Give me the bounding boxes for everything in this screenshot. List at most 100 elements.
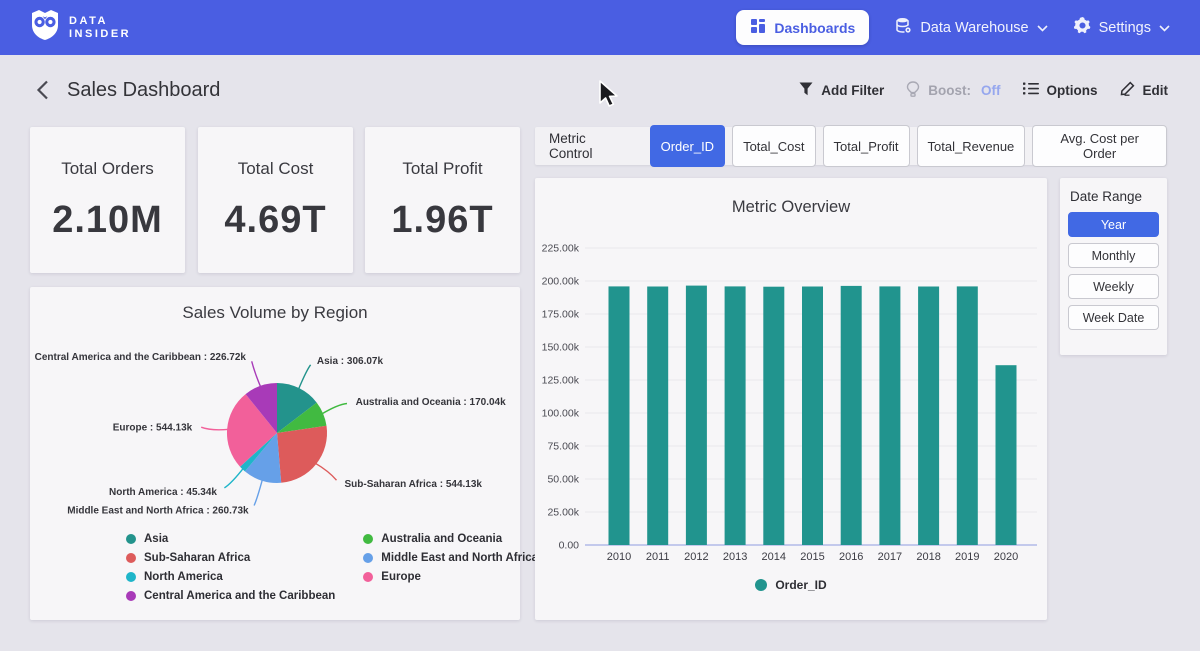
x-tick-label-2010: 2010 — [607, 551, 631, 563]
pie-slice-label-australia-and-oceania: Australia and Oceania : 170.04k — [356, 397, 507, 408]
pie-slice-label-asia: Asia : 306.07k — [317, 356, 384, 367]
edit-button[interactable]: Edit — [1120, 81, 1169, 99]
pie-slice-label-sub-saharan-africa: Sub-Saharan Africa : 544.13k — [345, 479, 483, 490]
bar-2018[interactable] — [918, 287, 939, 546]
x-tick-label-2013: 2013 — [723, 551, 747, 563]
brand-line2: INSIDER — [69, 28, 131, 41]
top-nav-bar: DATA INSIDER Dashboards — [0, 0, 1200, 55]
dashboard-toolbar: Sales Dashboard Add Filter Boost: Off — [0, 55, 1200, 125]
legend-item-north-america[interactable]: North America — [126, 571, 335, 583]
pencil-icon — [1120, 81, 1135, 99]
kpi-value: 1.96T — [391, 199, 493, 242]
pie-slice-label-middle-east-and-north-africa: Middle East and North Africa : 260.73k — [67, 506, 249, 517]
pie-chart-legend: Asia Sub-Saharan Africa North America Centr… — [126, 533, 538, 602]
bar-2020[interactable] — [996, 365, 1017, 545]
bar-2015[interactable] — [802, 287, 823, 546]
metric-option-total-cost[interactable]: Total_Cost — [732, 125, 815, 167]
legend-item-central-america-and-the-caribbean[interactable]: Central America and the Caribbean — [126, 590, 335, 602]
date-range-option-weekly[interactable]: Weekly — [1068, 274, 1159, 299]
x-tick-label-2011: 2011 — [646, 551, 670, 563]
date-range-options: Year Monthly Weekly Week Date — [1068, 212, 1159, 330]
x-tick-label-2014: 2014 — [762, 551, 786, 563]
top-nav-items: Dashboards Data Warehouse — [736, 10, 1170, 45]
x-tick-label-2017: 2017 — [878, 551, 902, 563]
gear-icon — [1074, 17, 1091, 38]
dashboards-button[interactable]: Dashboards — [736, 10, 869, 45]
pie-chart[interactable]: Asia : 306.07k Australia and Oceania : 17… — [30, 332, 520, 532]
legend-item-australia-and-oceania[interactable]: Australia and Oceania — [363, 533, 538, 545]
kpi-label: Total Profit — [402, 159, 482, 179]
kpi-label: Total Cost — [238, 159, 314, 179]
pie-slice-label-central-america-and-the-caribbean: Central America and the Caribbean : 226.… — [35, 352, 247, 363]
y-tick-label: 225.00k — [542, 243, 580, 255]
pie-leader-line — [321, 404, 347, 415]
bar-chart-card: Metric Overview 225.00k200.00k175.00k150… — [535, 178, 1047, 620]
legend-item-sub-saharan-africa[interactable]: Sub-Saharan Africa — [126, 552, 335, 564]
metric-option-order-id[interactable]: Order_ID — [650, 125, 725, 167]
date-range-option-monthly[interactable]: Monthly — [1068, 243, 1159, 268]
y-tick-label: 150.00k — [542, 342, 580, 354]
bar-2011[interactable] — [647, 287, 668, 546]
bar-chart[interactable]: 225.00k200.00k175.00k150.00k125.00k100.0… — [535, 228, 1047, 573]
bar-chart-title: Metric Overview — [535, 178, 1047, 217]
pie-chart-title: Sales Volume by Region — [30, 287, 520, 323]
bar-2010[interactable] — [609, 286, 630, 545]
data-warehouse-menu[interactable]: Data Warehouse — [895, 17, 1047, 38]
pie-slice-sub-saharan-africa[interactable] — [277, 426, 327, 483]
legend-dot — [126, 553, 136, 563]
legend-label: North America — [144, 571, 223, 583]
metric-control-label: Metric Control — [549, 131, 633, 161]
options-button[interactable]: Options — [1023, 82, 1098, 98]
legend-dot — [126, 572, 136, 582]
legend-item-middle-east-and-north-africa[interactable]: Middle East and North Africa — [363, 552, 538, 564]
legend-item-europe[interactable]: Europe — [363, 571, 538, 583]
legend-label: Central America and the Caribbean — [144, 590, 335, 602]
kpi-label: Total Orders — [61, 159, 154, 179]
date-range-option-week-date[interactable]: Week Date — [1068, 305, 1159, 330]
legend-item-asia[interactable]: Asia — [126, 533, 335, 545]
boost-status: Off — [981, 83, 1001, 98]
metric-option-avg-cost-per-order[interactable]: Avg. Cost per Order — [1032, 125, 1167, 167]
settings-menu[interactable]: Settings — [1074, 17, 1170, 38]
back-button[interactable] — [32, 76, 53, 104]
y-tick-label: 50.00k — [547, 474, 579, 486]
y-tick-label: 125.00k — [542, 375, 580, 387]
metric-option-total-profit[interactable]: Total_Profit — [823, 125, 910, 167]
y-tick-label: 100.00k — [542, 408, 580, 420]
boost-label: Boost: — [928, 83, 971, 98]
add-filter-button[interactable]: Add Filter — [799, 82, 884, 99]
pie-leader-line — [254, 479, 263, 506]
pie-slice-label-north-america: North America : 45.34k — [109, 487, 217, 498]
bar-2016[interactable] — [841, 286, 862, 545]
legend-label: Australia and Oceania — [381, 533, 502, 545]
toolbar-actions: Add Filter Boost: Off — [799, 81, 1168, 100]
bar-2017[interactable] — [879, 286, 900, 545]
x-tick-label-2019: 2019 — [955, 551, 979, 563]
legend-dot — [363, 572, 373, 582]
date-range-option-year[interactable]: Year — [1068, 212, 1159, 237]
chevron-down-icon — [1037, 20, 1048, 36]
pie-chart-card: Sales Volume by Region Asia : 306.07k Aus… — [30, 287, 520, 620]
brand-name: DATA INSIDER — [69, 15, 131, 41]
metric-option-total-revenue[interactable]: Total_Revenue — [917, 125, 1026, 167]
bar-2012[interactable] — [686, 286, 707, 545]
bar-2014[interactable] — [763, 287, 784, 545]
legend-label: Europe — [381, 571, 421, 583]
pie-leader-line — [315, 463, 337, 480]
pie-leader-line — [298, 365, 310, 390]
metric-control-options: Order_IDTotal_CostTotal_ProfitTotal_Reve… — [650, 125, 1167, 167]
bar-2019[interactable] — [957, 286, 978, 545]
legend-item-order-id[interactable]: Order_ID — [755, 578, 826, 592]
date-range-label: Date Range — [1070, 189, 1159, 204]
legend-dot — [755, 579, 767, 591]
x-tick-label-2012: 2012 — [684, 551, 708, 563]
page-title: Sales Dashboard — [67, 79, 220, 102]
kpi-value: 4.69T — [224, 199, 326, 242]
boost-toggle[interactable]: Boost: Off — [906, 81, 1000, 100]
settings-label: Settings — [1099, 20, 1151, 36]
data-warehouse-label: Data Warehouse — [920, 20, 1028, 36]
options-label: Options — [1047, 83, 1098, 98]
legend-label: Asia — [144, 533, 168, 545]
legend-label: Order_ID — [775, 578, 826, 592]
bar-2013[interactable] — [725, 286, 746, 545]
